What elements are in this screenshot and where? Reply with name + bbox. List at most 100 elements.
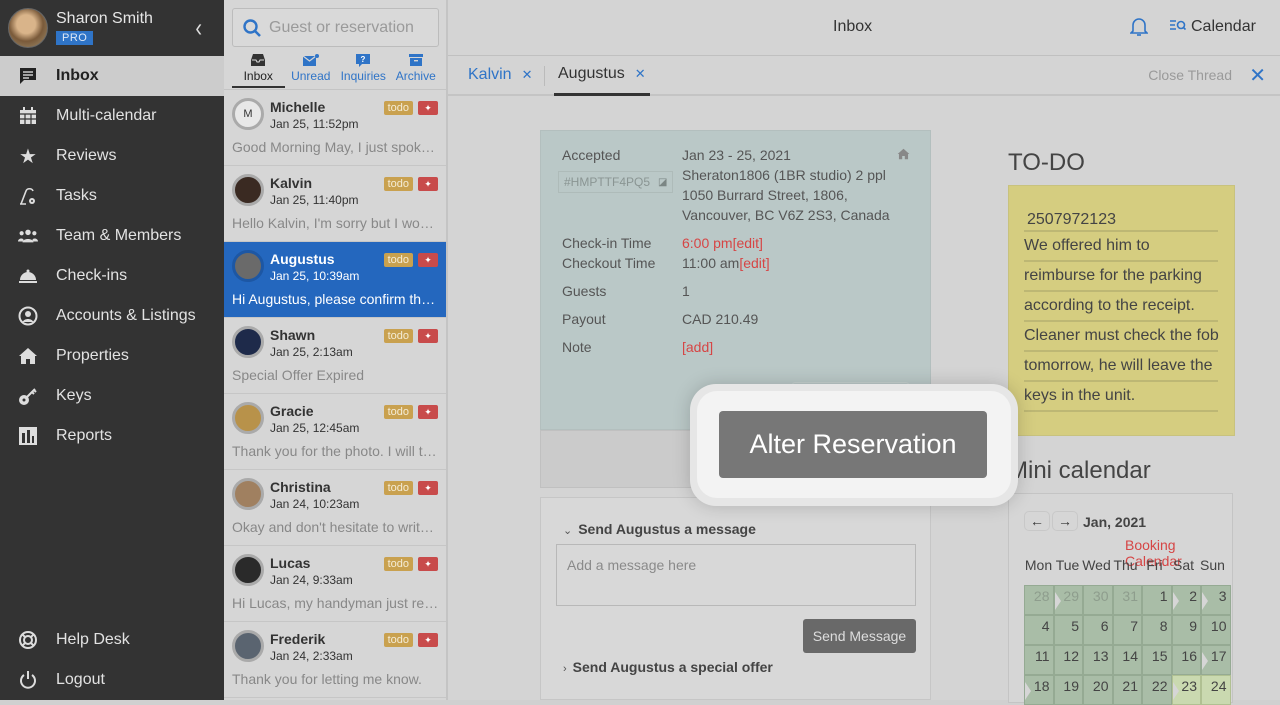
calendar-day[interactable]: 2 bbox=[1171, 585, 1201, 615]
close-thread-link[interactable]: Close Thread bbox=[1148, 67, 1232, 83]
conversation-item[interactable]: Frederik Jan 24, 2:33am todo ✦ Thank you for… bbox=[224, 622, 446, 698]
message-preview: Thank you for letting me know. bbox=[232, 671, 422, 687]
todo-note[interactable]: 2507972123 We offered him to reimburse for… bbox=[1008, 185, 1235, 436]
todo-badge[interactable]: todo bbox=[383, 405, 413, 419]
external-link-icon[interactable]: ◪ bbox=[658, 177, 667, 188]
weekday-label: Fri bbox=[1146, 557, 1163, 573]
next-month-button[interactable]: → bbox=[1052, 511, 1078, 531]
sidebar-item-team[interactable]: Team & Members bbox=[0, 216, 224, 256]
calendar-day[interactable]: 29 bbox=[1053, 585, 1083, 615]
send-message-button[interactable]: Send Message bbox=[803, 619, 916, 653]
todo-badge[interactable]: todo bbox=[383, 101, 413, 115]
todo-badge[interactable]: todo bbox=[383, 253, 413, 267]
edit-checkout-link[interactable]: [edit] bbox=[739, 255, 769, 271]
sidebar-item-multi-calendar[interactable]: Multi-calendar bbox=[0, 96, 224, 136]
prev-month-button[interactable]: ← bbox=[1024, 511, 1050, 531]
sidebar-item-keys[interactable]: Keys bbox=[0, 376, 224, 416]
search-box[interactable] bbox=[232, 8, 439, 47]
tab-unread[interactable]: Unread bbox=[285, 54, 338, 88]
calendar-day[interactable]: 23 bbox=[1171, 675, 1201, 705]
calendar-day[interactable]: 5 bbox=[1053, 615, 1083, 645]
special-offer-toggle[interactable]: › Send Augustus a special offer bbox=[563, 659, 773, 675]
todo-line: tomorrow, he will leave the bbox=[1024, 352, 1218, 382]
conversation-item[interactable]: Augustus Jan 25, 10:39am todo ✦ Hi Augustus,… bbox=[224, 242, 446, 318]
pin-icon[interactable]: ✦ bbox=[418, 557, 438, 571]
sidebar-item-label: Check-ins bbox=[56, 267, 128, 284]
pin-icon[interactable]: ✦ bbox=[418, 481, 438, 495]
sidebar-item-inbox[interactable]: Inbox bbox=[0, 56, 224, 96]
calendar-day[interactable]: 14 bbox=[1112, 645, 1142, 675]
thread-tab-augustus[interactable]: Augustus ✕ bbox=[554, 56, 650, 96]
calendar-day[interactable]: 12 bbox=[1053, 645, 1083, 675]
calendar-day[interactable]: 4 bbox=[1024, 615, 1054, 645]
pin-icon[interactable]: ✦ bbox=[418, 177, 438, 191]
pin-icon[interactable]: ✦ bbox=[418, 101, 438, 115]
conversation-item[interactable]: Gracie Jan 25, 12:45am todo ✦ Thank you for … bbox=[224, 394, 446, 470]
calendar-day[interactable]: 6 bbox=[1083, 615, 1113, 645]
message-preview: Special Offer Expired bbox=[232, 367, 365, 383]
calendar-day[interactable]: 1 bbox=[1142, 585, 1172, 615]
sidebar-item-properties[interactable]: Properties bbox=[0, 336, 224, 376]
notification-bell-icon[interactable] bbox=[1129, 17, 1149, 42]
sidebar-item-accounts[interactable]: Accounts & Listings bbox=[0, 296, 224, 336]
calendar-button[interactable]: Calendar bbox=[1170, 18, 1256, 36]
todo-badge[interactable]: todo bbox=[383, 481, 413, 495]
close-tab-icon[interactable]: ✕ bbox=[522, 67, 533, 82]
conversation-item[interactable]: Shawn Jan 25, 2:13am todo ✦ Special Offer Ex… bbox=[224, 318, 446, 394]
calendar-day[interactable]: 31 bbox=[1112, 585, 1142, 615]
calendar-day[interactable]: 16 bbox=[1171, 645, 1201, 675]
tab-inbox[interactable]: Inbox bbox=[232, 54, 285, 88]
conversation-item[interactable]: Christina Jan 24, 10:23am todo ✦ Okay and do… bbox=[224, 470, 446, 546]
calendar-day[interactable]: 24 bbox=[1201, 675, 1231, 705]
todo-badge[interactable]: todo bbox=[383, 177, 413, 191]
pin-icon[interactable]: ✦ bbox=[418, 633, 438, 647]
conversation-item[interactable]: Kalvin Jan 25, 11:40pm todo ✦ Hello Kalvin, … bbox=[224, 166, 446, 242]
calendar-day[interactable]: 3 bbox=[1201, 585, 1231, 615]
close-tab-icon[interactable]: ✕ bbox=[635, 66, 646, 81]
calendar-day[interactable]: 9 bbox=[1171, 615, 1201, 645]
calendar-day[interactable]: 30 bbox=[1083, 585, 1113, 615]
tab-inquiries[interactable]: ? Inquiries bbox=[337, 54, 390, 88]
sidebar-item-help-desk[interactable]: Help Desk bbox=[0, 620, 224, 660]
calendar-day[interactable]: 19 bbox=[1053, 675, 1083, 705]
collapse-sidebar-icon[interactable]: ‹ bbox=[195, 15, 202, 45]
todo-badge[interactable]: todo bbox=[383, 557, 413, 571]
tab-archive[interactable]: Archive bbox=[390, 54, 443, 88]
home-icon[interactable] bbox=[897, 148, 910, 163]
calendar-day[interactable]: 20 bbox=[1083, 675, 1113, 705]
calendar-day[interactable]: 28 bbox=[1024, 585, 1054, 615]
sidebar-item-reviews[interactable]: ★ Reviews bbox=[0, 136, 224, 176]
todo-badge[interactable]: todo bbox=[383, 329, 413, 343]
todo-badge[interactable]: todo bbox=[383, 633, 413, 647]
alter-reservation-button[interactable]: Alter Reservation bbox=[719, 411, 987, 478]
calendar-day[interactable]: 21 bbox=[1112, 675, 1142, 705]
pin-icon[interactable]: ✦ bbox=[418, 405, 438, 419]
pin-icon[interactable]: ✦ bbox=[418, 329, 438, 343]
thread-tab-kalvin[interactable]: Kalvin ✕ bbox=[468, 56, 532, 94]
sidebar-item-tasks[interactable]: Tasks bbox=[0, 176, 224, 216]
message-input[interactable] bbox=[556, 544, 916, 606]
send-message-toggle[interactable]: ⌄ Send Augustus a message bbox=[563, 521, 756, 537]
calendar-day[interactable]: 18 bbox=[1024, 675, 1054, 705]
calendar-day[interactable]: 13 bbox=[1083, 645, 1113, 675]
search-input[interactable] bbox=[269, 18, 429, 37]
calendar-day[interactable]: 7 bbox=[1112, 615, 1142, 645]
conversation-item[interactable]: Lucas Jan 24, 9:33am todo ✦ Hi Lucas, my han… bbox=[224, 546, 446, 622]
calendar-day[interactable]: 10 bbox=[1201, 615, 1231, 645]
add-note-link[interactable]: [add] bbox=[682, 337, 713, 357]
calendar-day[interactable]: 11 bbox=[1024, 645, 1054, 675]
sidebar-item-check-ins[interactable]: Check-ins bbox=[0, 256, 224, 296]
confirmation-code[interactable]: #HMPTTF4PQ5 ◪ bbox=[558, 171, 674, 193]
conversation-item[interactable]: M Michelle Jan 25, 11:52pm todo ✦ Good Mornin… bbox=[224, 90, 446, 166]
sidebar-item-logout[interactable]: Logout bbox=[0, 660, 224, 700]
calendar-day[interactable]: 15 bbox=[1142, 645, 1172, 675]
calendar-day[interactable]: 8 bbox=[1142, 615, 1172, 645]
calendar-day[interactable]: 22 bbox=[1142, 675, 1172, 705]
sidebar-item-reports[interactable]: Reports bbox=[0, 416, 224, 456]
close-thread-icon[interactable]: ✕ bbox=[1249, 63, 1266, 88]
payout-label: Payout bbox=[562, 311, 606, 327]
calendar-day[interactable]: 17 bbox=[1201, 645, 1231, 675]
edit-checkin-link[interactable]: [edit] bbox=[733, 235, 763, 251]
pin-icon[interactable]: ✦ bbox=[418, 253, 438, 267]
user-profile[interactable]: Sharon Smith PRO ‹ bbox=[0, 0, 224, 56]
